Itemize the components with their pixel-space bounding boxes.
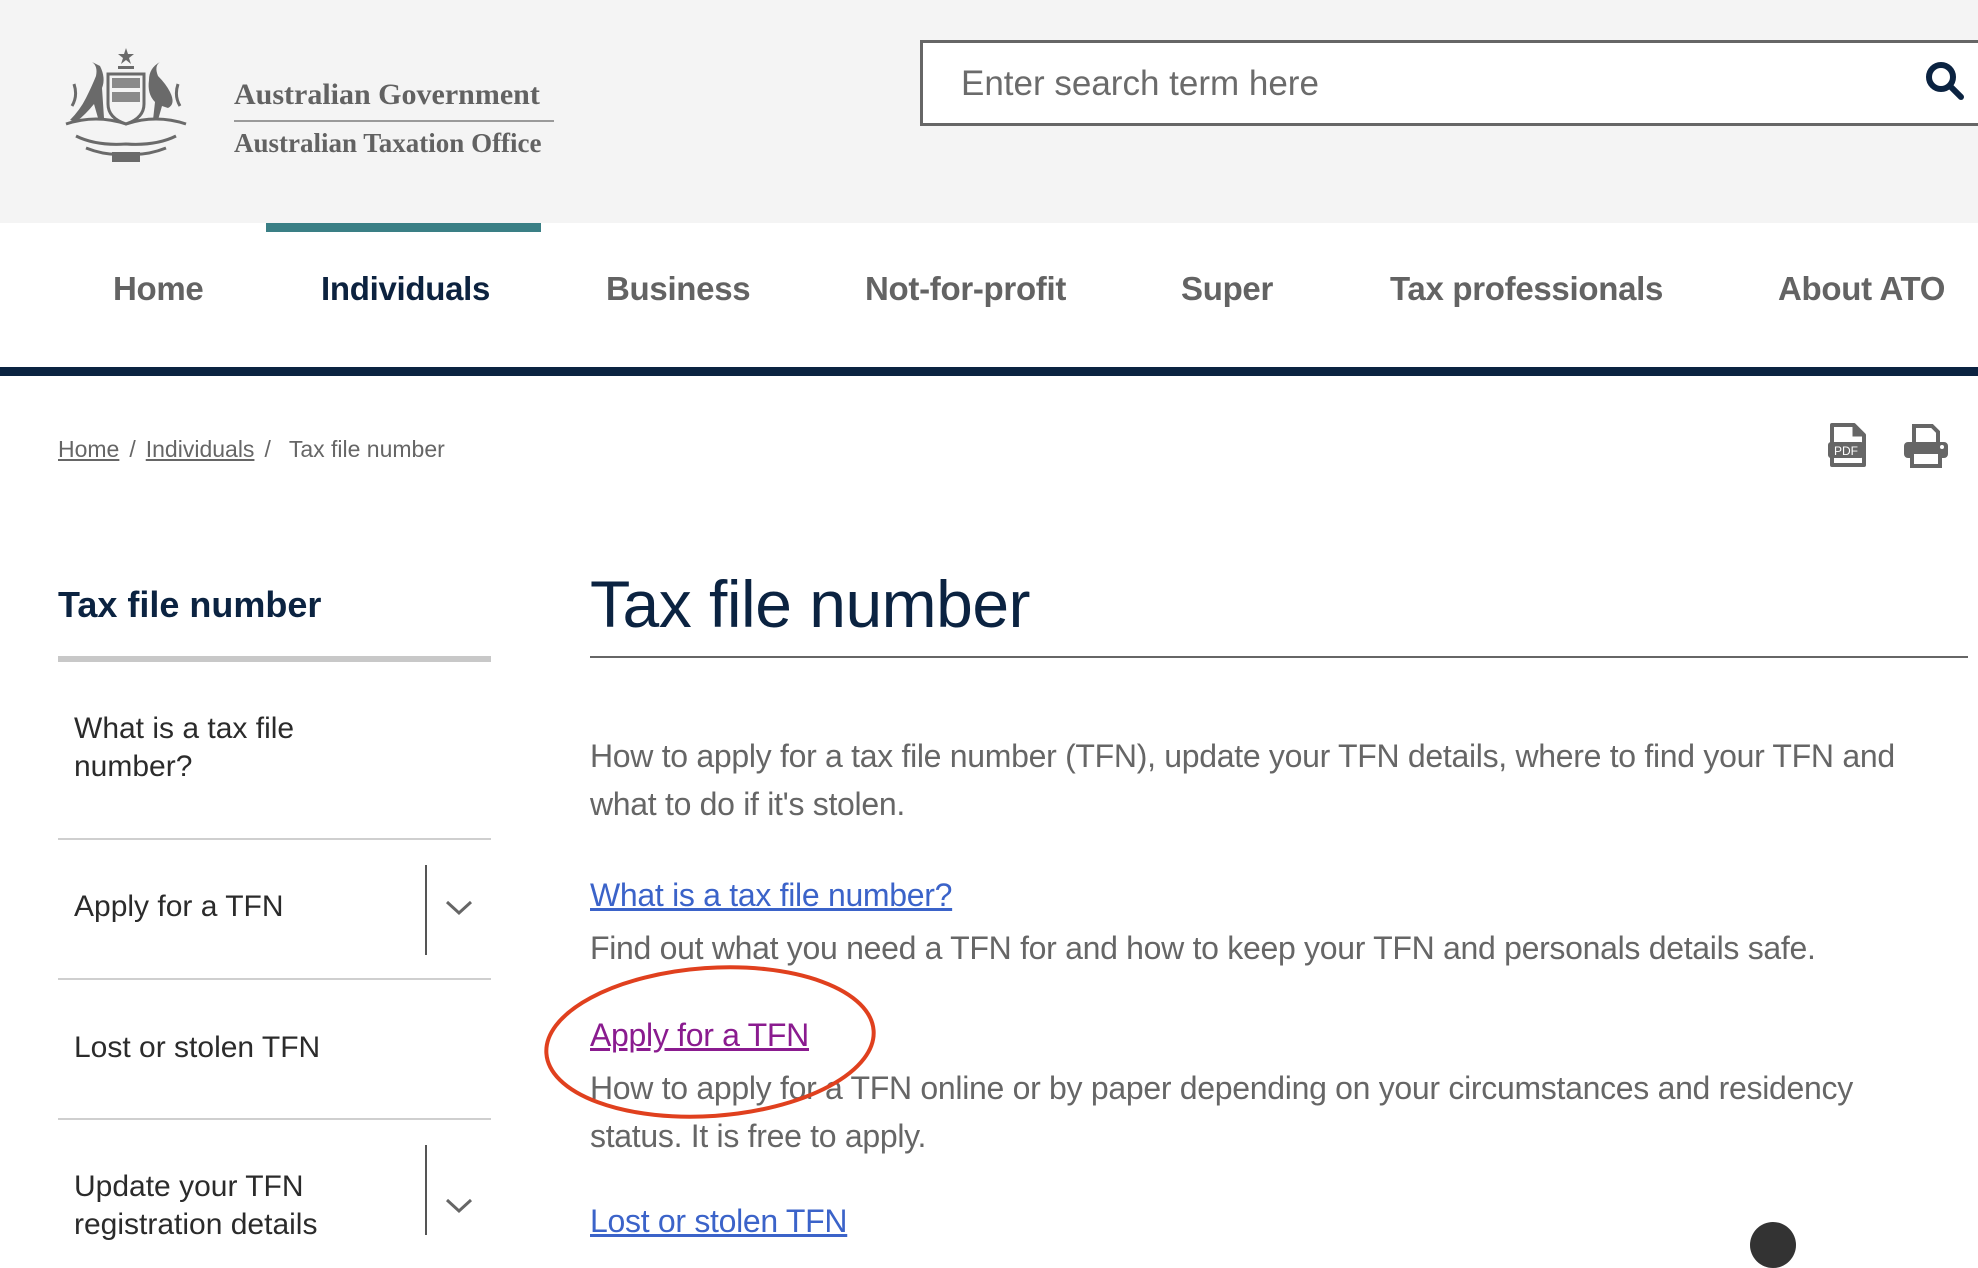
intro-paragraph: How to apply for a tax file number (TFN)…	[590, 738, 1895, 822]
title-rule	[590, 656, 1968, 658]
breadcrumb: Home / Individuals / Tax file number	[58, 436, 445, 463]
sidebar-heading-rule	[58, 656, 491, 662]
chevron-down-icon	[445, 1198, 473, 1214]
link-apply-for-tfn[interactable]: Apply for a TFN	[590, 1017, 809, 1054]
link-lost-stolen-tfn[interactable]: Lost or stolen TFN	[590, 1203, 848, 1240]
sidebar-expand-divider	[425, 1145, 427, 1235]
nav-bottom-border	[0, 367, 1978, 376]
nav-item-tax-professionals[interactable]: Tax professionals	[1390, 270, 1663, 308]
sidebar-item-label: Update your TFN registration details	[74, 1170, 318, 1241]
logo-line-ato: Australian Taxation Office	[234, 128, 542, 158]
nav-item-business[interactable]: Business	[606, 270, 751, 308]
chevron-down-icon	[445, 900, 473, 916]
coat-of-arms-icon	[65, 48, 187, 162]
link-what-is-tfn[interactable]: What is a tax file number?	[590, 877, 952, 914]
logo-line-government: Australian Government	[234, 78, 540, 111]
printer-icon	[1904, 424, 1948, 468]
print-button[interactable]	[1902, 424, 1950, 468]
svg-text:PDF: PDF	[1834, 444, 1858, 458]
sidebar-item-label: Lost or stolen TFN	[74, 1031, 321, 1064]
nav-active-indicator	[266, 223, 541, 232]
sidebar-heading: Tax file number	[58, 584, 322, 625]
nav-item-home[interactable]: Home	[113, 270, 204, 308]
search-box	[920, 40, 1978, 126]
sidebar-expand-update-button[interactable]	[444, 1196, 474, 1216]
page-title: Tax file number	[590, 567, 1031, 641]
sidebar-expand-apply-button[interactable]	[444, 898, 474, 918]
nav-item-not-for-profit[interactable]: Not-for-profit	[865, 270, 1066, 308]
link-description: How to apply for a TFN online or by pape…	[590, 1070, 1853, 1154]
breadcrumb-separator: /	[129, 436, 136, 462]
sidebar-item-what-is-tfn[interactable]: What is a tax file number?	[58, 704, 491, 838]
breadcrumb-current: Tax file number	[288, 436, 445, 462]
sidebar-item-label: What is a tax file number?	[74, 712, 295, 783]
sidebar-expand-divider	[425, 865, 427, 955]
nav-item-individuals[interactable]: Individuals	[321, 270, 490, 308]
feedback-button[interactable]	[1750, 1222, 1796, 1268]
search-button[interactable]	[1923, 59, 1973, 109]
ato-logo[interactable]: Australian Government Australian Taxatio…	[56, 44, 556, 169]
nav-item-about-ato[interactable]: About ATO	[1778, 270, 1945, 308]
sidebar-item-lost-stolen-tfn[interactable]: Lost or stolen TFN	[58, 980, 491, 1118]
pdf-icon: PDF	[1828, 423, 1866, 467]
breadcrumb-separator: /	[264, 436, 271, 462]
breadcrumb-individuals[interactable]: Individuals	[146, 436, 255, 462]
sidebar-item-label: Apply for a TFN	[74, 890, 284, 923]
search-input[interactable]	[959, 43, 1863, 125]
logo-divider	[234, 120, 554, 122]
nav-item-super[interactable]: Super	[1181, 270, 1273, 308]
link-description: Find out what you need a TFN for and how…	[590, 930, 1816, 966]
search-icon	[1926, 62, 1964, 100]
pdf-download-button[interactable]: PDF	[1828, 422, 1868, 468]
breadcrumb-home[interactable]: Home	[58, 436, 119, 462]
